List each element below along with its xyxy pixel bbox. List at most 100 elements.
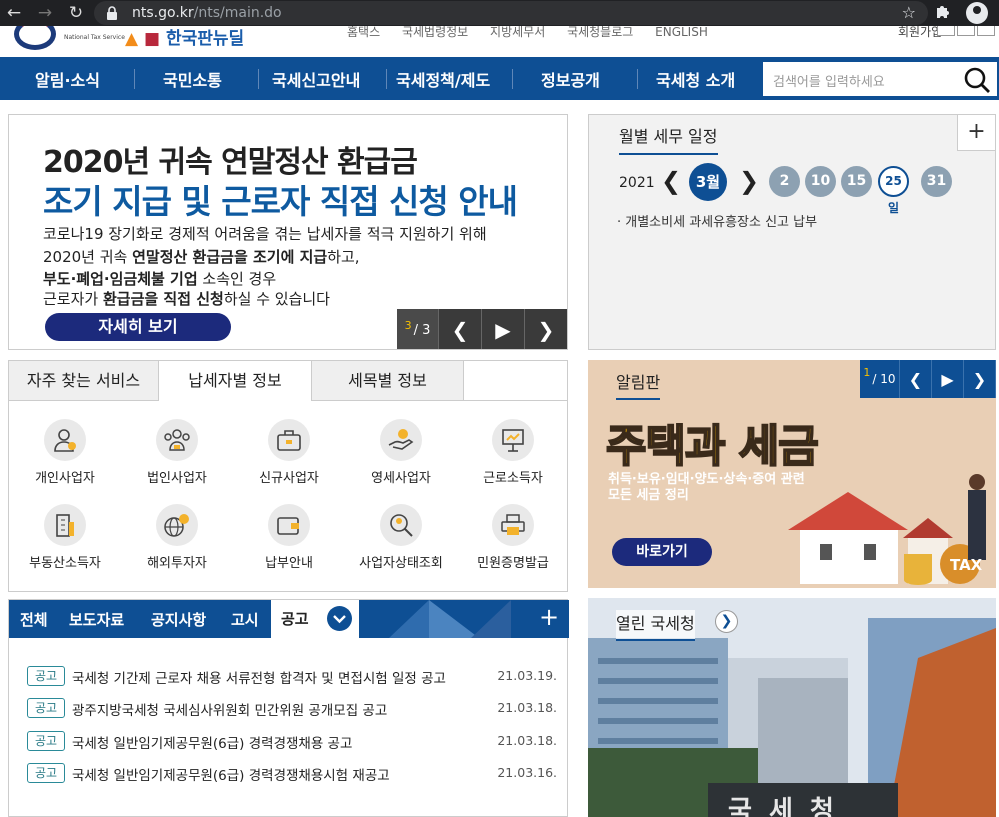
- util-link-english[interactable]: ENGLISH: [655, 26, 708, 39]
- chevron-right-icon[interactable]: ❯: [715, 610, 738, 633]
- next-month-chevron-icon[interactable]: ❯: [739, 167, 759, 195]
- search-icon[interactable]: [963, 66, 991, 94]
- reload-icon[interactable]: ↻: [64, 1, 88, 25]
- tab-tax-item-info[interactable]: 세목별 정보: [312, 361, 464, 401]
- font-increase-button[interactable]: [957, 26, 975, 36]
- schedule-day-selected[interactable]: 25일: [878, 166, 909, 215]
- notice-board-banner[interactable]: 알림판 1/ 10 ❮ ▶ ❯ 주택과 세금 취득·보유·임대·양도·상속·증여…: [588, 360, 996, 588]
- notice-row[interactable]: 공고 국세청 기간제 근로자 채용 서류전형 합격자 및 면접시험 일정 공고 …: [27, 666, 557, 687]
- tax-schedule-panel: 월별 세무 일정 + 2021 ❮ 3월 ❯ 2 10 15 25일 31 · …: [588, 114, 996, 350]
- search-box: 검색어를 입력하세요: [763, 62, 997, 96]
- tab-taxpayer-info[interactable]: 납세자별 정보: [159, 361, 312, 401]
- notice-tab-press[interactable]: 보도자료: [69, 609, 124, 630]
- banner-next-button[interactable]: ❯: [525, 309, 567, 349]
- notice-badge: 공고: [27, 731, 65, 751]
- open-nts-panel[interactable]: 열린 국세청 ❯ 국 세 청: [588, 598, 996, 817]
- notice-board: 전체 보도자료 공지사항 고시 공고 + 공고 국세청 기간제 근로자 채용 서…: [8, 599, 569, 817]
- nav-divider: [512, 69, 513, 89]
- board-go-button[interactable]: 바로가기: [612, 538, 712, 566]
- schedule-event[interactable]: · 개별소비세 과세유흥장소 신고 납부: [617, 211, 817, 230]
- briefcase-icon: [268, 419, 310, 461]
- notice-tab-announcements[interactable]: 공지사항: [151, 609, 206, 630]
- schedule-day[interactable]: 31: [921, 166, 952, 197]
- profile-avatar-icon[interactable]: [966, 2, 988, 24]
- schedule-day[interactable]: 15: [841, 166, 872, 197]
- util-link[interactable]: 국세청블로그: [567, 26, 633, 39]
- schedule-year: 2021: [619, 175, 655, 191]
- service-real-estate-income[interactable]: 부동산소득자: [15, 504, 115, 571]
- bookmark-star-icon[interactable]: ☆: [902, 3, 916, 22]
- schedule-day[interactable]: 10: [805, 166, 836, 197]
- building-sign: 국 세 청: [728, 796, 838, 817]
- prev-month-chevron-icon[interactable]: ❮: [661, 167, 681, 195]
- banner-text-line: 코로나19 장기화로 경제적 어려움을 겪는 납세자를 적극 지원하기 위해: [43, 225, 487, 243]
- util-link[interactable]: 지방세무서: [490, 26, 545, 39]
- notice-tab-notification[interactable]: 고시: [231, 609, 259, 630]
- board-play-button[interactable]: ▶: [932, 360, 964, 398]
- service-business-status[interactable]: 사업자상태조회: [351, 504, 451, 571]
- open-nts-title: 열린 국세청: [616, 610, 695, 641]
- banner-text-line: 근로자가 환급금을 직접 신청하실 수 있습니다: [43, 290, 330, 308]
- font-decrease-button[interactable]: [937, 26, 955, 36]
- board-next-button[interactable]: ❯: [964, 360, 996, 398]
- service-wage-earner[interactable]: 근로소득자: [463, 419, 563, 486]
- notice-badge: 공고: [27, 666, 65, 686]
- lock-icon: [106, 6, 120, 20]
- nav-item-news[interactable]: 알림·소식: [35, 67, 100, 91]
- notice-title[interactable]: 국세청 기간제 근로자 채용 서류전형 합격자 및 면접시험 일정 공고: [72, 667, 446, 687]
- notice-row[interactable]: 공고 광주지방국세청 국세심사위원회 민간위원 공개모집 공고 21.03.18…: [27, 698, 557, 719]
- notice-row[interactable]: 공고 국세청 일반임기제공무원(6급) 경력경쟁채용시험 재공고 21.03.1…: [27, 763, 557, 784]
- group-icon: [156, 419, 198, 461]
- extensions-puzzle-icon[interactable]: [935, 3, 951, 23]
- nav-item-tax-filing[interactable]: 국세신고안내: [272, 67, 360, 91]
- banner-prev-button[interactable]: ❮: [439, 309, 482, 349]
- notice-row[interactable]: 공고 국세청 일반임기제공무원(6급) 경력경쟁채용 공고 21.03.18.: [27, 731, 557, 752]
- campaign-logo[interactable]: ▲ ■ 한국판뉴딜: [125, 26, 244, 49]
- current-month[interactable]: 3월: [689, 163, 727, 201]
- address-bar[interactable]: nts.go.kr/nts/main.do ☆: [94, 1, 928, 25]
- nav-item-disclosure[interactable]: 정보공개: [541, 67, 600, 91]
- service-corporate-business[interactable]: 법인사업자: [127, 419, 227, 486]
- util-link[interactable]: 홈택스: [347, 26, 380, 39]
- nav-item-tax-policy[interactable]: 국세정책/제도: [396, 67, 490, 91]
- service-payment-guide[interactable]: 납부안내: [239, 504, 339, 571]
- notice-tab-all[interactable]: 전체: [20, 609, 48, 630]
- banner-play-button[interactable]: ▶: [482, 309, 525, 349]
- nav-item-communication[interactable]: 국민소통: [163, 67, 222, 91]
- schedule-day[interactable]: 2: [769, 166, 800, 197]
- wallet-icon: [268, 504, 310, 546]
- nts-logo-icon[interactable]: [14, 26, 56, 50]
- service-new-business[interactable]: 신규사업자: [239, 419, 339, 486]
- search-input[interactable]: 검색어를 입력하세요: [773, 71, 885, 90]
- service-small-business[interactable]: 영세사업자: [351, 419, 451, 486]
- util-link[interactable]: 국세법령정보: [402, 26, 468, 39]
- signup-link[interactable]: 회원가입: [898, 26, 942, 40]
- schedule-more-plus-icon[interactable]: +: [957, 115, 995, 151]
- service-foreign-investor[interactable]: 해외투자자: [127, 504, 227, 571]
- board-pager: 1/ 10 ❮ ▶ ❯: [860, 360, 996, 398]
- board-headline: 주택과 세금: [605, 420, 820, 473]
- banner-subtitle: 조기 지급 및 근로자 직접 신청 안내: [43, 182, 518, 221]
- font-reset-button[interactable]: [977, 26, 995, 36]
- logo-subtitle: National Tax Service: [64, 34, 125, 41]
- tab-frequent-services[interactable]: 자주 찾는 서비스: [9, 361, 159, 401]
- board-prev-button[interactable]: ❮: [900, 360, 932, 398]
- service-certificate-issue[interactable]: 민원증명발급: [463, 504, 563, 571]
- notice-more-plus-icon[interactable]: +: [539, 603, 559, 631]
- forward-arrow-icon[interactable]: →: [33, 1, 57, 25]
- back-arrow-icon[interactable]: ←: [2, 1, 26, 25]
- notice-tab-bar: 전체 보도자료 공지사항 고시 공고 +: [9, 600, 569, 638]
- chevron-down-icon[interactable]: [327, 606, 352, 631]
- notice-title[interactable]: 국세청 일반임기제공무원(6급) 경력경쟁채용 공고: [72, 732, 352, 752]
- magnifier-person-icon: [380, 504, 422, 546]
- main-banner[interactable]: 2020년 귀속 연말정산 환급금 조기 지급 및 근로자 직접 신청 안내 코…: [8, 114, 568, 350]
- nav-item-about[interactable]: 국세청 소개: [656, 67, 735, 91]
- banner-detail-button[interactable]: 자세히 보기: [45, 313, 231, 341]
- service-individual-business[interactable]: 개인사업자: [15, 419, 115, 486]
- banner-pager: 3/ 3 ❮ ▶ ❯: [397, 309, 567, 349]
- hand-coins-icon: [380, 419, 422, 461]
- notice-title[interactable]: 국세청 일반임기제공무원(6급) 경력경쟁채용시험 재공고: [72, 764, 390, 784]
- nav-divider: [386, 69, 387, 89]
- notice-title[interactable]: 광주지방국세청 국세심사위원회 민간위원 공개모집 공고: [72, 699, 387, 719]
- banner-text-line: 2020년 귀속 연말정산 환급금을 조기에 지급하고,: [43, 248, 360, 266]
